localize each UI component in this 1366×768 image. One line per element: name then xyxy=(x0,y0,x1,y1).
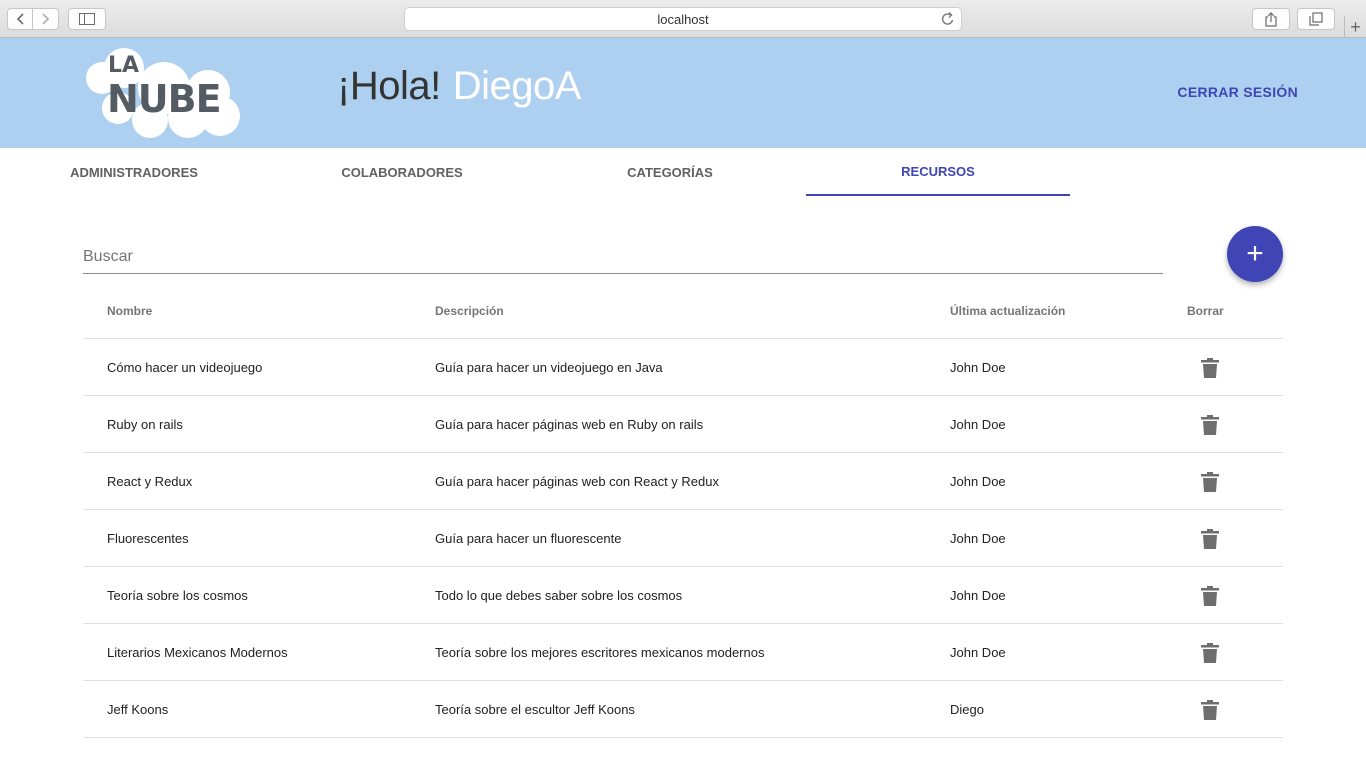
trash-icon[interactable] xyxy=(1201,415,1219,435)
trash-icon[interactable] xyxy=(1201,643,1219,663)
back-button[interactable] xyxy=(8,9,33,29)
trash-icon[interactable] xyxy=(1201,358,1219,378)
table-row[interactable]: Cómo hacer un videojuego Guía para hacer … xyxy=(83,339,1283,396)
trash-icon[interactable] xyxy=(1201,586,1219,606)
sidebar-toggle-button[interactable] xyxy=(68,8,106,30)
resource-name: Fluorescentes xyxy=(107,531,189,546)
resource-description: Todo lo que debes saber sobre los cosmos xyxy=(435,588,683,603)
la-nube-logo: LA NUBE xyxy=(84,46,244,142)
logo-text-la: LA xyxy=(108,53,139,78)
tabs-icon xyxy=(1309,12,1323,26)
resource-description: Guía para hacer páginas web con React y … xyxy=(435,474,720,489)
trash-icon[interactable] xyxy=(1201,472,1219,492)
resource-name: Ruby on rails xyxy=(107,417,183,432)
plus-icon: + xyxy=(1350,16,1361,37)
resource-updated-by: John Doe xyxy=(950,474,1006,489)
resource-updated-by: John Doe xyxy=(950,417,1006,432)
resource-updated-by: John Doe xyxy=(950,360,1006,375)
tab-colaboradores[interactable]: COLABORADORES xyxy=(270,148,534,196)
search-input[interactable] xyxy=(83,240,1163,273)
tabs-overview-button[interactable] xyxy=(1297,8,1335,30)
resources-table: Nombre Descripción Última actualización … xyxy=(83,282,1283,738)
resource-updated-by: John Doe xyxy=(950,531,1006,546)
table-row[interactable]: Ruby on rails Guía para hacer páginas web… xyxy=(83,396,1283,453)
table-row[interactable]: React y Redux Guía para hacer páginas web… xyxy=(83,453,1283,510)
forward-button[interactable] xyxy=(33,9,58,29)
table-body: Cómo hacer un videojuego Guía para hacer … xyxy=(83,339,1283,738)
search-field xyxy=(83,240,1163,274)
resource-description: Teoría sobre el escultor Jeff Koons xyxy=(435,702,635,717)
header-borrar: Borrar xyxy=(1187,304,1224,318)
plus-icon: + xyxy=(1246,237,1264,270)
resource-updated-by: John Doe xyxy=(950,645,1006,660)
header-descripcion[interactable]: Descripción xyxy=(435,304,504,318)
app-header: LA NUBE ¡Hola! DiegoA CERRAR SESIÓN xyxy=(0,38,1366,148)
add-resource-button[interactable]: + xyxy=(1227,226,1283,282)
resource-name: Cómo hacer un videojuego xyxy=(107,360,263,375)
user-name: DiegoA xyxy=(452,64,582,108)
browser-toolbar: localhost + xyxy=(0,0,1366,38)
reload-icon[interactable] xyxy=(941,11,955,27)
cloud-logo-icon: LA NUBE xyxy=(86,48,240,138)
history-nav xyxy=(7,8,59,30)
resource-description: Guía para hacer un fluorescente xyxy=(435,531,622,546)
header-nombre[interactable]: Nombre xyxy=(107,304,152,318)
tab-categorias[interactable]: CATEGORÍAS xyxy=(538,148,802,196)
chevron-right-icon xyxy=(41,13,49,25)
sidebar-icon xyxy=(79,13,95,25)
trash-icon[interactable] xyxy=(1201,700,1219,720)
tab-administradores[interactable]: ADMINISTRADORES xyxy=(2,148,266,196)
new-tab-button[interactable]: + xyxy=(1344,16,1366,38)
resource-name: Literarios Mexicanos Modernos xyxy=(107,645,288,660)
page-title: ¡Hola! DiegoA xyxy=(337,64,581,109)
tab-recursos[interactable]: RECURSOS xyxy=(806,148,1070,196)
resource-description: Guía para hacer un videojuego en Java xyxy=(435,360,663,375)
section-tabs: ADMINISTRADORES COLABORADORES CATEGORÍAS… xyxy=(0,148,1366,196)
header-ultima-actualizacion[interactable]: Última actualización xyxy=(950,304,1065,318)
resource-updated-by: Diego xyxy=(950,702,984,717)
resource-name: Jeff Koons xyxy=(107,702,169,717)
share-icon xyxy=(1265,11,1277,27)
address-bar[interactable]: localhost xyxy=(404,7,962,31)
share-button[interactable] xyxy=(1252,8,1290,30)
greeting-text: ¡Hola! xyxy=(337,64,441,108)
logo-text-nube: NUBE xyxy=(107,77,221,121)
trash-icon[interactable] xyxy=(1201,529,1219,549)
chevron-left-icon xyxy=(16,13,24,25)
table-row[interactable]: Teoría sobre los cosmos Todo lo que debes… xyxy=(83,567,1283,624)
resource-name: React y Redux xyxy=(107,474,193,489)
table-row[interactable]: Jeff Koons Teoría sobre el escultor Jeff … xyxy=(83,681,1283,738)
resource-description: Teoría sobre los mejores escritores mexi… xyxy=(435,645,765,660)
table-header: Nombre Descripción Última actualización … xyxy=(83,282,1283,339)
resource-updated-by: John Doe xyxy=(950,588,1006,603)
resource-name: Teoría sobre los cosmos xyxy=(107,588,248,603)
table-row[interactable]: Literarios Mexicanos Modernos Teoría sobr… xyxy=(83,624,1283,681)
url-text: localhost xyxy=(657,11,709,27)
table-row[interactable]: Fluorescentes Guía para hacer un fluoresc… xyxy=(83,510,1283,567)
logout-button[interactable]: CERRAR SESIÓN xyxy=(1177,84,1298,100)
resource-description: Guía para hacer páginas web en Ruby on r… xyxy=(435,417,704,432)
